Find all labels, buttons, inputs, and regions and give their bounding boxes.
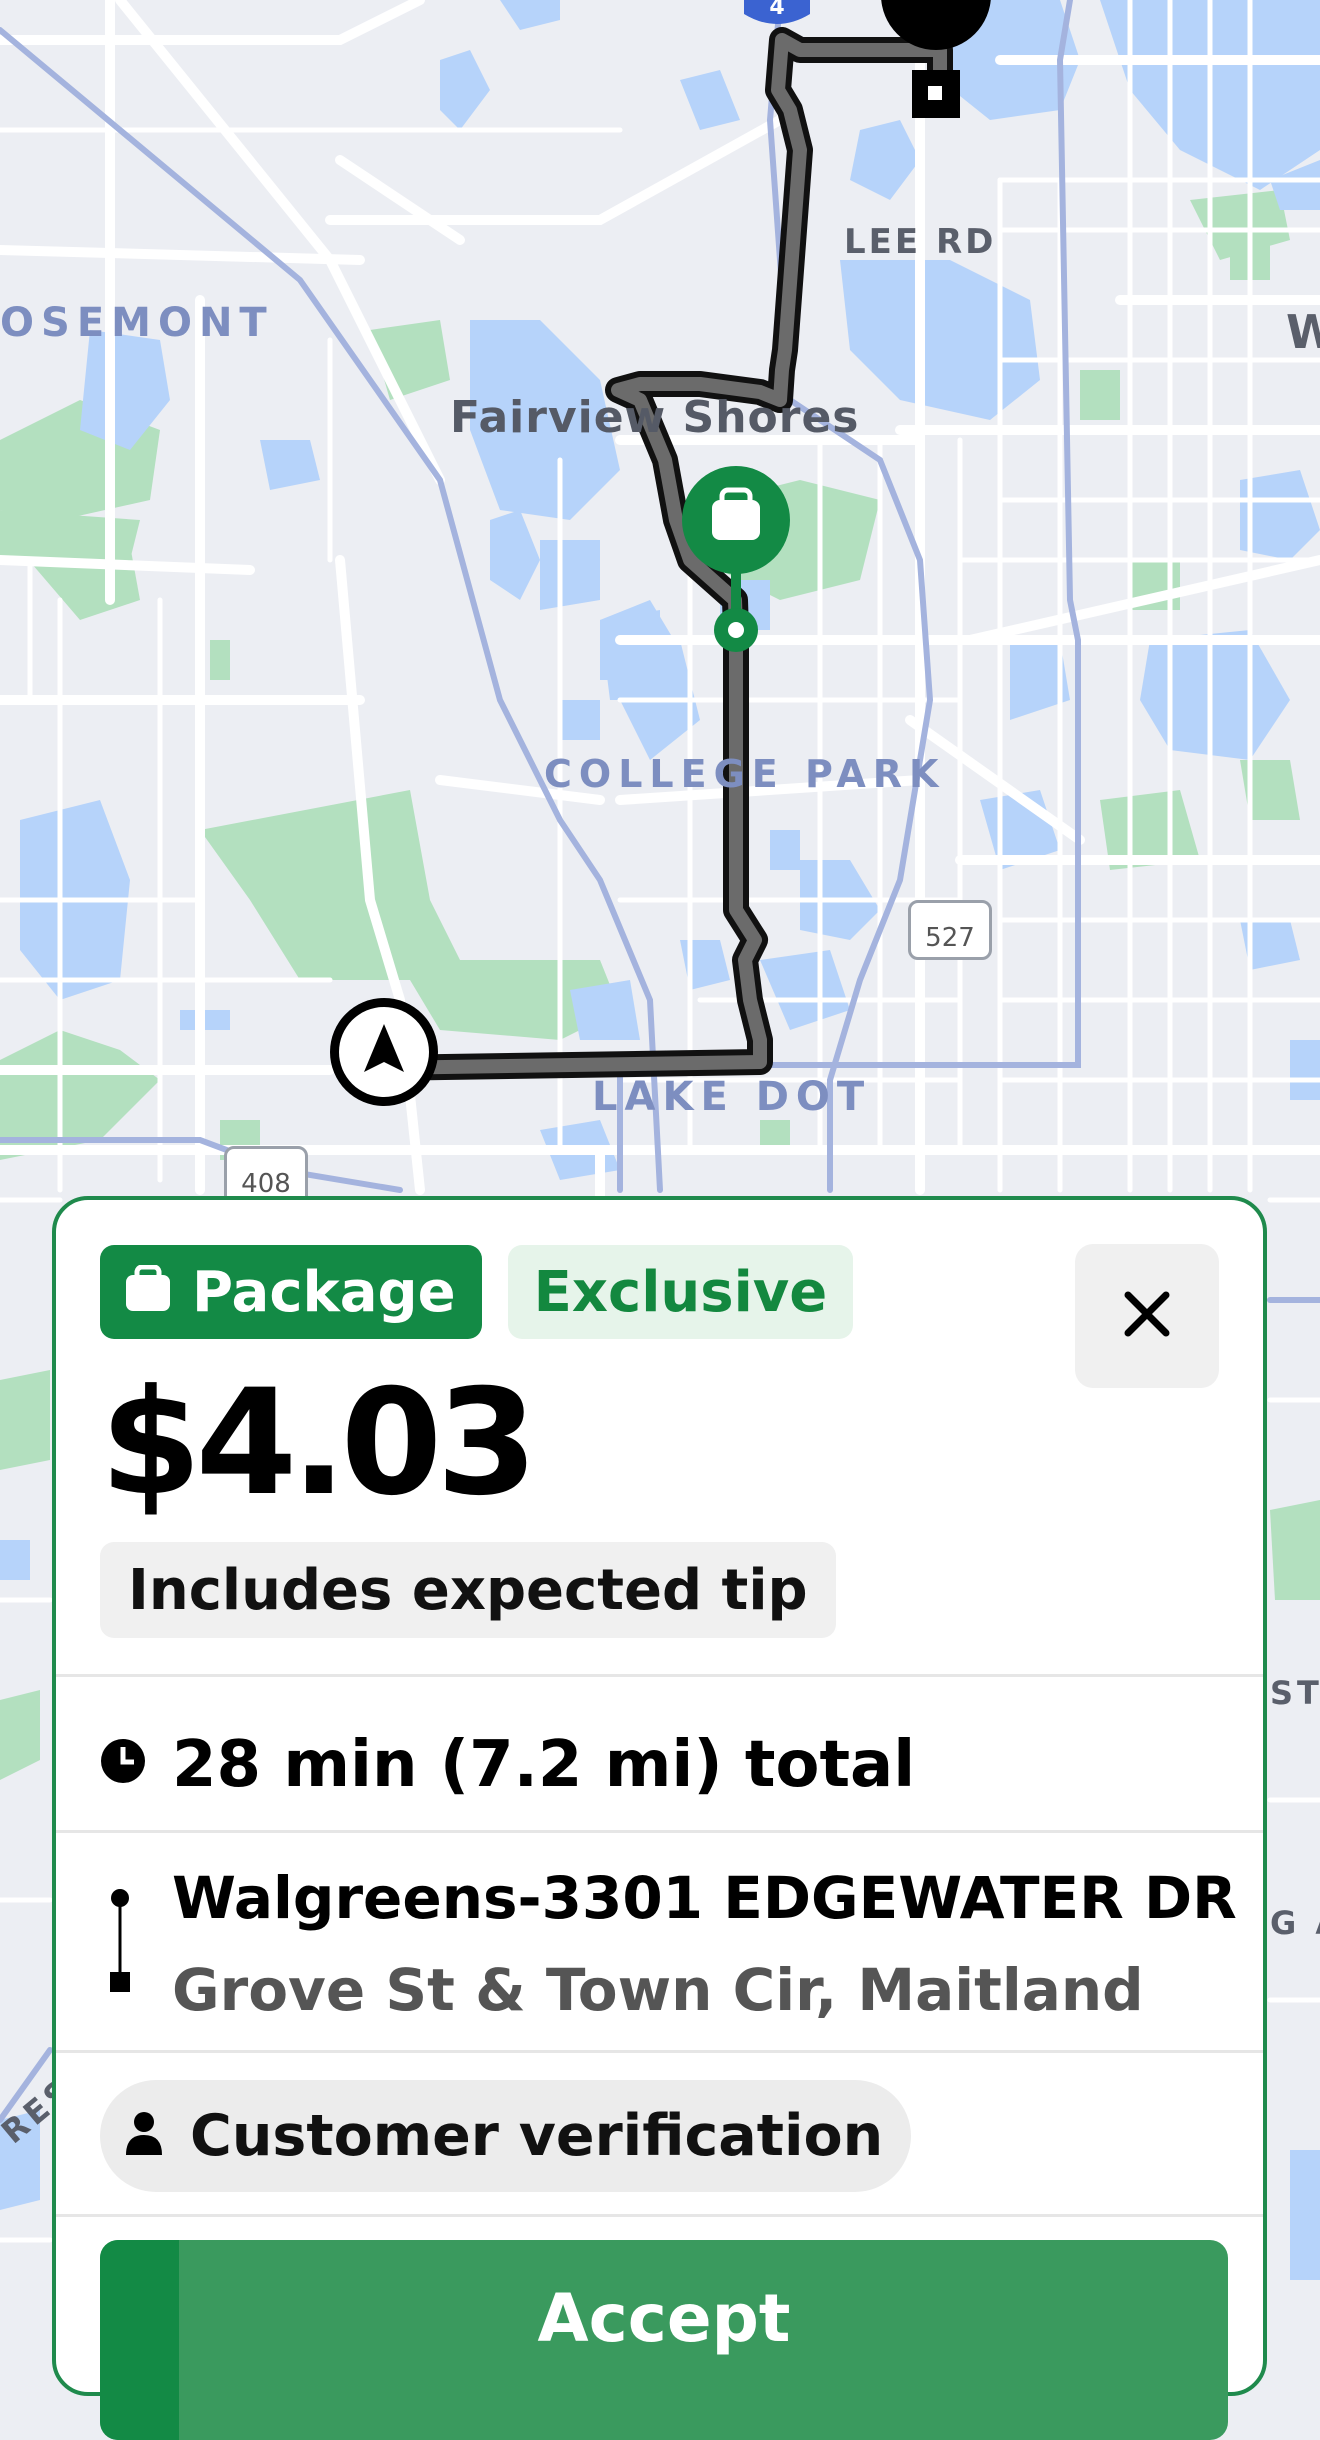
map-label-college-park: COLLEGE PARK [544, 752, 946, 796]
badge-row: Package Exclusive [100, 1245, 854, 1339]
exclusive-badge: Exclusive [507, 1245, 854, 1339]
map-label-lee-rd: LEE RD [844, 222, 997, 262]
tip-note: Includes expected tip [100, 1542, 836, 1638]
bag-icon [126, 1260, 170, 1325]
divider [56, 2050, 1263, 2053]
duration-text: 28 min (7.2 mi) total [172, 1728, 916, 1802]
accept-button[interactable]: Accept [100, 2240, 1228, 2440]
map-label-fairview-shores: Fairview Shores [450, 392, 860, 443]
highway-shield-527: 527 [908, 900, 992, 960]
close-button[interactable] [1075, 1244, 1219, 1388]
pickup-location: Walgreens-3301 EDGEWATER DR [172, 1864, 1237, 1932]
close-icon [1124, 1291, 1170, 1342]
divider [56, 2214, 1263, 2217]
package-badge: Package [100, 1245, 482, 1339]
divider [56, 1830, 1263, 1833]
map-label-lake-dot: LAKE DOT [592, 1074, 872, 1120]
interstate-number: 4 [769, 0, 784, 20]
exclusive-badge-label: Exclusive [533, 1259, 828, 1325]
customer-verification-tag: Customer verification [100, 2080, 912, 2192]
map-label-edge-ga: G A [1270, 1904, 1320, 1942]
clock-icon [100, 1738, 146, 1789]
package-badge-label: Package [192, 1259, 456, 1325]
offer-price: $4.03 [100, 1358, 538, 1528]
map-label-edge-st: ST [1270, 1674, 1320, 1712]
current-location-marker[interactable] [330, 998, 438, 1106]
map-label-rosemont: OSEMONT [0, 300, 274, 346]
map-label-edge-w: W [1286, 305, 1320, 359]
dropoff-location: Grove St & Town Cir, Maitland [172, 1956, 1144, 2024]
route-line-icon [108, 1888, 132, 1997]
customer-verification-label: Customer verification [190, 2103, 884, 2169]
divider [56, 1674, 1263, 1677]
accept-button-label: Accept [537, 2280, 791, 2357]
person-icon [124, 2103, 164, 2169]
delivery-offer-card: Package Exclusive $4.03 Includes expecte… [52, 1196, 1267, 2440]
